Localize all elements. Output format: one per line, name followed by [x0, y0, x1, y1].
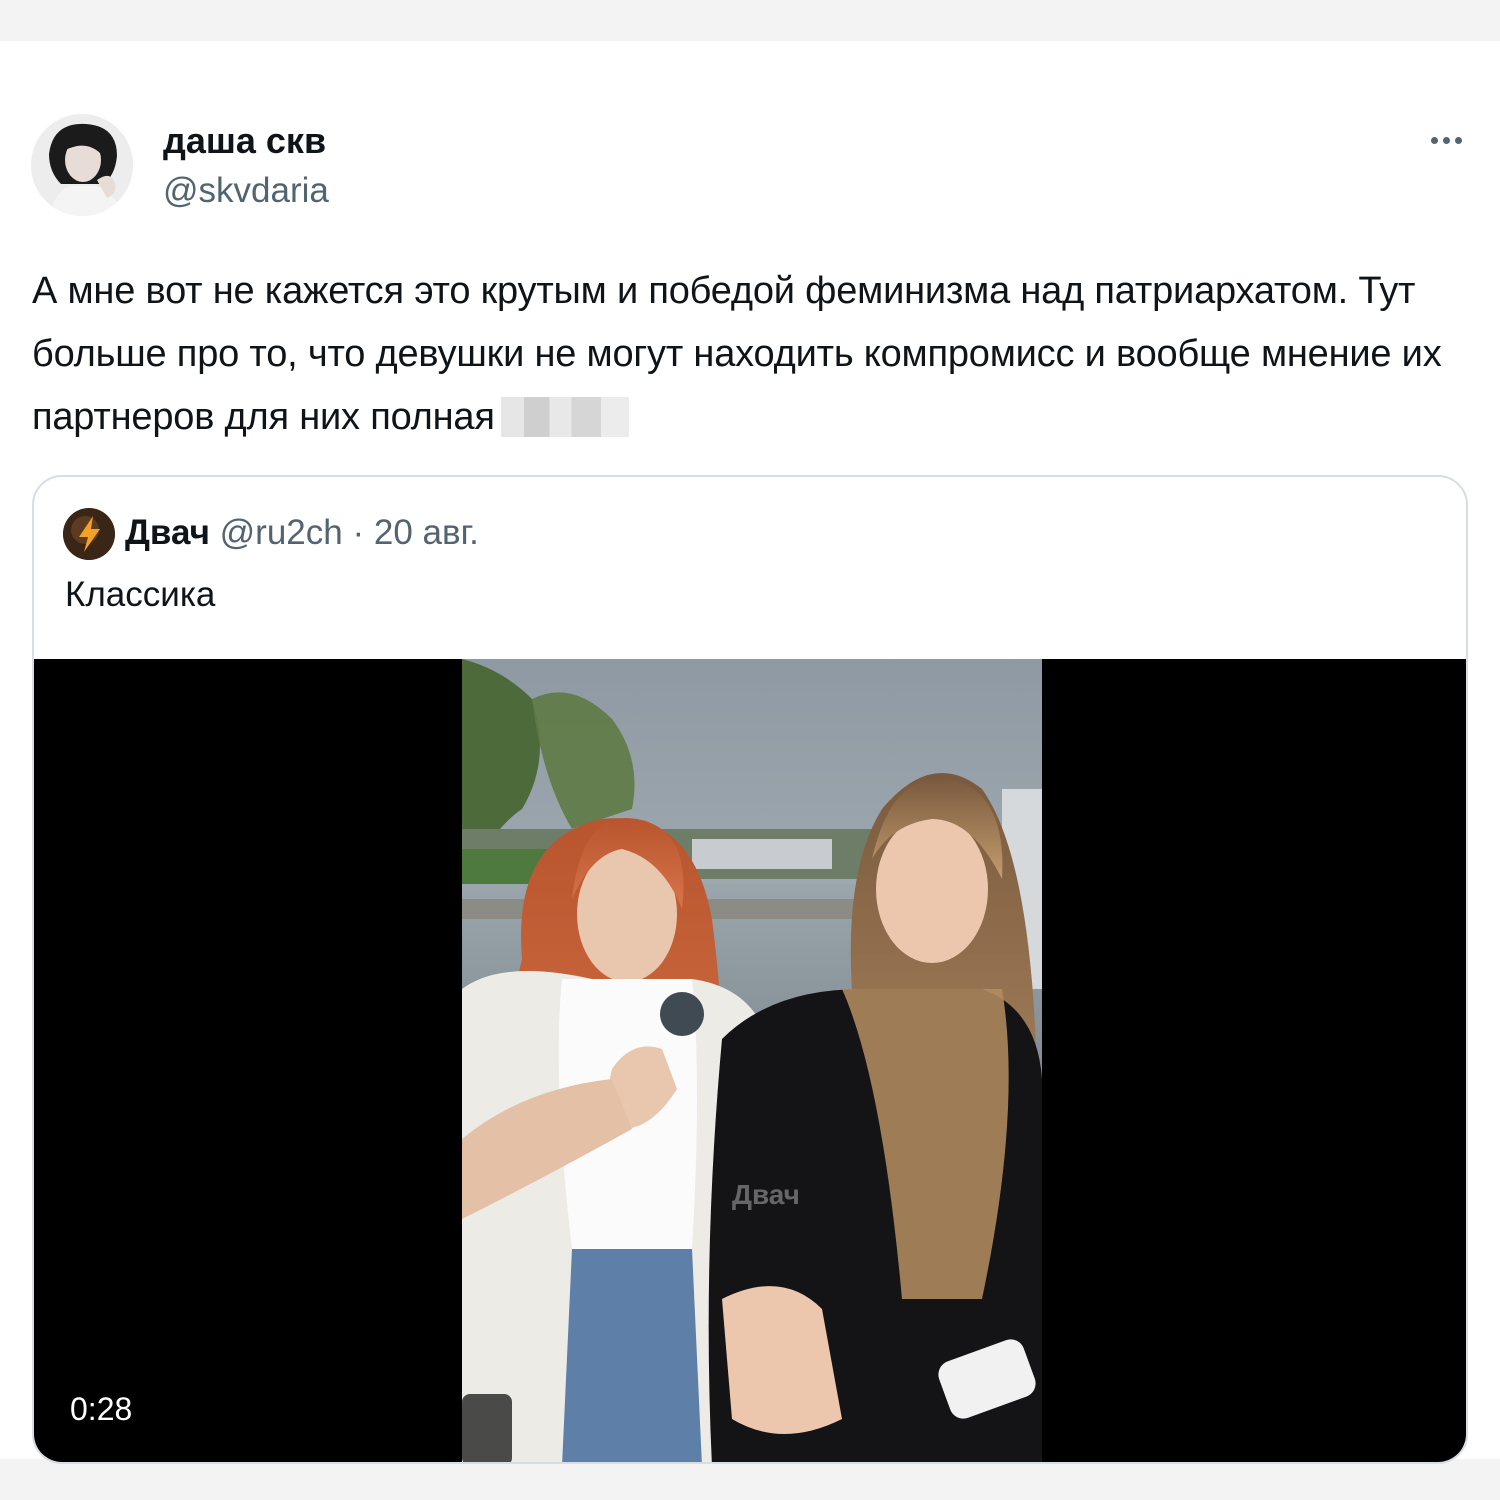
- more-options-button[interactable]: [1420, 123, 1472, 157]
- quoted-header: Двач @ru2ch · 20 авг.: [125, 510, 479, 556]
- quoted-tweet[interactable]: Двач @ru2ch · 20 авг. Классика Двач 0:28: [32, 475, 1468, 1464]
- quoted-text: Классика: [65, 575, 216, 614]
- video-watermark: Двач: [732, 1179, 800, 1210]
- avatar-photo: [31, 114, 133, 216]
- censored-word: [500, 397, 629, 437]
- author-handle[interactable]: @skvdaria: [163, 169, 329, 213]
- quoted-author-name[interactable]: Двач: [125, 513, 210, 552]
- quoted-author-avatar[interactable]: [63, 508, 115, 560]
- lightning-logo-icon: [63, 508, 115, 560]
- more-horizontal-icon: [1430, 136, 1438, 144]
- tweet-text-content: А мне вот не кажется это крутым и победо…: [32, 270, 1442, 438]
- separator-dot: ·: [352, 513, 365, 552]
- video-thumbnail: [462, 659, 1042, 1462]
- video-frame: Двач: [462, 659, 1042, 1462]
- author-avatar[interactable]: [31, 114, 133, 216]
- tweet-text: А мне вот не кажется это крутым и победо…: [32, 260, 1452, 449]
- video-player[interactable]: Двач 0:28: [34, 659, 1466, 1462]
- quoted-date[interactable]: 20 авг.: [374, 513, 479, 552]
- quoted-author-handle[interactable]: @ru2ch: [220, 513, 343, 552]
- author-name[interactable]: даша скв: [163, 119, 326, 163]
- video-duration: 0:28: [70, 1391, 133, 1427]
- tweet-card[interactable]: даша скв @skvdaria А мне вот не кажется …: [0, 41, 1500, 1464]
